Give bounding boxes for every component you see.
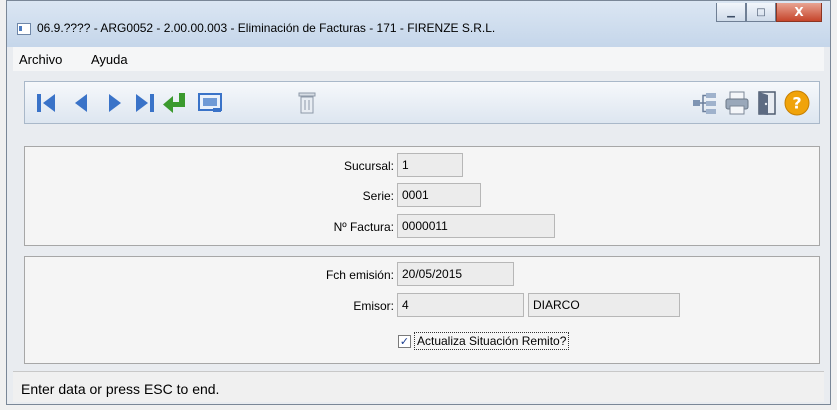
preview-icon[interactable] (196, 89, 224, 117)
actualiza-checkbox[interactable]: ✓ (398, 335, 411, 348)
emisor-label: Emisor: (353, 299, 394, 313)
trash-icon[interactable] (293, 89, 321, 117)
previous-record-icon[interactable] (67, 89, 95, 117)
status-text: Enter data or press ESC to end. (21, 381, 220, 397)
printer-icon[interactable] (723, 89, 751, 117)
menu-item-ayuda[interactable]: Ayuda (91, 52, 128, 67)
title-bar[interactable]: 06.9.???? - ARG0052 - 2.00.00.003 - Elim… (7, 1, 830, 47)
help-icon[interactable]: ? (783, 89, 811, 117)
next-record-icon[interactable] (101, 89, 129, 117)
fecha-emision-field[interactable]: 20/05/2015 (397, 262, 514, 286)
enter-icon[interactable] (161, 89, 189, 117)
status-bar: Enter data or press ESC to end. (13, 371, 824, 402)
application-window: 06.9.???? - ARG0052 - 2.00.00.003 - Elim… (6, 0, 831, 405)
window-title: 06.9.???? - ARG0052 - 2.00.00.003 - Elim… (37, 21, 496, 35)
window-controls: ▁ □ X (716, 3, 822, 22)
serie-label: Serie: (362, 189, 394, 203)
factura-label: Nº Factura: (333, 220, 394, 234)
close-button[interactable]: X (776, 3, 822, 22)
app-icon[interactable] (17, 23, 31, 35)
serie-field[interactable]: 0001 (397, 183, 481, 207)
sucursal-field[interactable]: 1 (397, 153, 463, 177)
emisor-code-field[interactable]: 4 (397, 293, 524, 317)
sucursal-label: Sucursal: (343, 159, 394, 173)
factura-field[interactable]: 0000011 (397, 214, 555, 238)
invoice-key-panel: Sucursal: 1 Serie: 0001 Nº Factura: 0000… (24, 146, 820, 246)
help-icon-label: ? (792, 94, 801, 113)
actualiza-checkbox-label[interactable]: Actualiza Situación Remito? (414, 332, 570, 350)
menu-bar: Archivo Ayuda (13, 47, 824, 71)
invoice-details-panel: Fch emisión: 20/05/2015 Emisor: 4 DIARCO… (24, 256, 820, 364)
minimize-button[interactable]: ▁ (716, 3, 746, 22)
toolbar: ? (24, 81, 820, 124)
tree-icon[interactable] (691, 89, 719, 117)
first-record-icon[interactable] (32, 89, 60, 117)
exit-door-icon[interactable] (753, 89, 781, 117)
fecha-emision-label: Fch emisión: (325, 268, 394, 282)
menu-item-archivo[interactable]: Archivo (19, 52, 62, 67)
emisor-name-field: DIARCO (528, 293, 680, 317)
maximize-button[interactable]: □ (746, 3, 776, 22)
last-record-icon[interactable] (131, 89, 159, 117)
